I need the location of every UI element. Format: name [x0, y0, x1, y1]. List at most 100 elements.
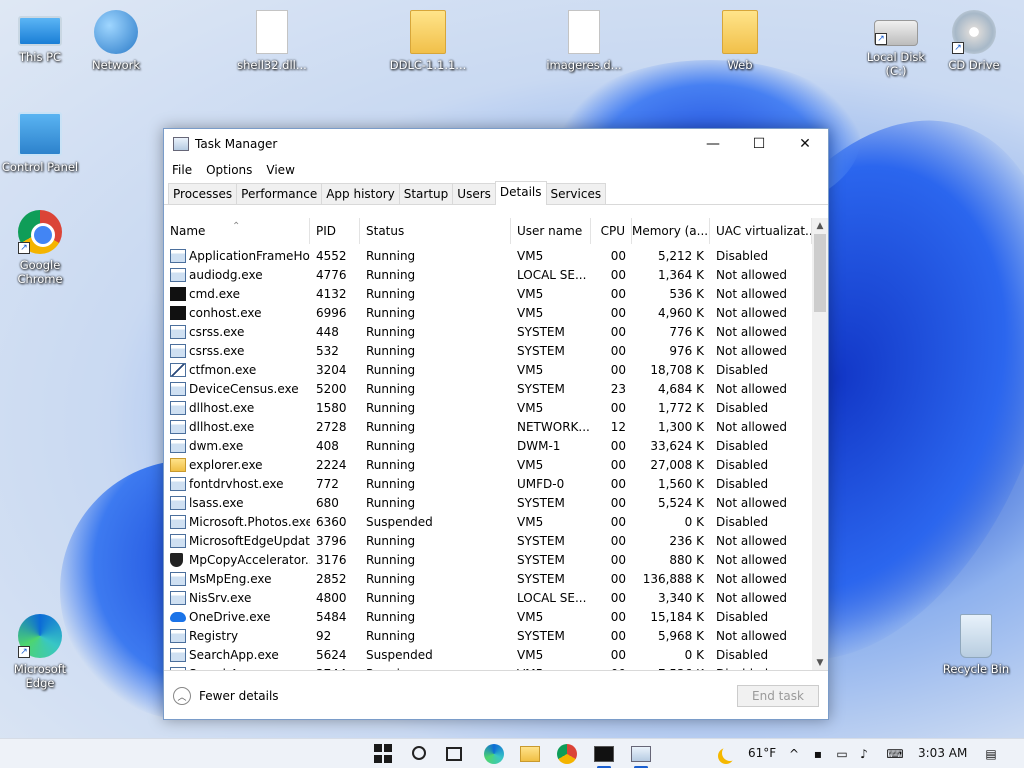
clock-time[interactable]: 3:03 AM	[918, 746, 967, 760]
table-row[interactable]: audiodg.exe 4776 Running LOCAL SE... 00 1,364…	[164, 265, 812, 284]
desktop-icon-network[interactable]: Network	[76, 10, 156, 72]
desktop-icon-imageres[interactable]: imageres.d...	[544, 10, 624, 72]
process-name: NisSrv.exe	[189, 590, 252, 605]
table-row[interactable]: OneDrive.exe 5484 Running VM5 00 15,184 K Disa…	[164, 607, 812, 626]
process-name: SearchApp.exe	[189, 647, 279, 662]
table-row[interactable]: csrss.exe 448 Running SYSTEM 00 776 K Not allo…	[164, 322, 812, 341]
end-task-button[interactable]: End task	[737, 685, 819, 707]
column-header-status[interactable]: Status	[360, 218, 511, 244]
minimize-button[interactable]: —	[690, 129, 736, 159]
scroll-down-icon[interactable]: ▼	[812, 655, 828, 670]
table-row[interactable]: SearchApp.exe 5624 Suspended VM5 00 0 K Disabl…	[164, 645, 812, 664]
column-header-memory[interactable]: Memory (a...	[632, 218, 710, 244]
memory-cell: 236 K	[669, 533, 704, 548]
table-row[interactable]: MpCopyAccelerator.... 3176 Running SYSTEM 00…	[164, 550, 812, 569]
close-button[interactable]: ✕	[782, 129, 828, 159]
memory-cell: 15,184 K	[650, 609, 704, 624]
table-row[interactable]: NisSrv.exe 4800 Running LOCAL SE... 00 3,340 …	[164, 588, 812, 607]
desktop-icon-google-chrome[interactable]: ↗ Google Chrome	[0, 210, 80, 286]
memory-cell: 536 K	[669, 286, 704, 301]
desktop-icon-control-panel[interactable]: Control Panel	[0, 112, 80, 174]
taskbar-file-explorer-icon[interactable]	[520, 746, 540, 762]
tab-performance[interactable]: Performance	[236, 183, 323, 204]
status-cell: Running	[366, 381, 416, 396]
weather-moon-icon[interactable]	[722, 745, 738, 761]
menu-file[interactable]: File	[172, 163, 200, 177]
table-row[interactable]: Registry 92 Running SYSTEM 00 5,968 K Not allo…	[164, 626, 812, 645]
table-row[interactable]: DeviceCensus.exe 5200 Running SYSTEM 23 4,684…	[164, 379, 812, 398]
tray-app-icon[interactable]: ▪	[811, 747, 825, 761]
desktop-icon-shell32[interactable]: shell32.dll...	[232, 10, 312, 72]
column-header-user-name[interactable]: User name	[511, 218, 591, 244]
cpu-cell: 00	[591, 667, 632, 671]
desktop-icon-cd-drive[interactable]: ↗ CD Drive	[934, 10, 1014, 72]
start-button[interactable]	[374, 744, 394, 764]
tab-services[interactable]: Services	[545, 183, 607, 204]
notifications-icon[interactable]: ▤	[984, 747, 998, 761]
scrollbar-thumb[interactable]	[814, 234, 826, 312]
process-name-cell: conhost.exe	[164, 305, 310, 320]
folder-icon	[410, 10, 446, 54]
process-name: dllhost.exe	[189, 400, 255, 415]
column-header-cpu[interactable]: CPU	[591, 218, 632, 244]
table-row[interactable]: ctfmon.exe 3204 Running VM5 00 18,708 K Disabl…	[164, 360, 812, 379]
taskbar-command-prompt-icon[interactable]	[594, 746, 614, 762]
table-row[interactable]: dwm.exe 408 Running DWM-1 00 33,624 K Disabled	[164, 436, 812, 455]
table-row[interactable]: ApplicationFrameHo... 4552 Running VM5 00 5,2…	[164, 246, 812, 265]
user-name-cell: VM5	[517, 248, 544, 263]
uac-cell: Not allowed	[716, 324, 788, 339]
desktop-icon-web[interactable]: Web	[700, 10, 780, 72]
taskbar-chrome-icon[interactable]	[557, 744, 577, 764]
table-row[interactable]: Microsoft.Photos.exe 6360 Suspended VM5 00 0 …	[164, 512, 812, 531]
table-row[interactable]: csrss.exe 532 Running SYSTEM 00 976 K Not allo…	[164, 341, 812, 360]
chevron-up-icon[interactable]: ︿	[173, 687, 191, 705]
tab-startup[interactable]: Startup	[398, 183, 454, 204]
status-cell: Running	[366, 533, 416, 548]
table-row[interactable]: SearchApp.exe 3744RunningVM5007,536 KDisa…	[164, 664, 812, 671]
vertical-scrollbar[interactable]: ▲ ▼	[812, 218, 828, 670]
process-name: MsMpEng.exe	[189, 571, 272, 586]
table-row[interactable]: MicrosoftEdgeUpdat... 3796 Running SYSTEM 00…	[164, 531, 812, 550]
table-row[interactable]: lsass.exe 680 Running SYSTEM 00 5,524 K Not al…	[164, 493, 812, 512]
task-view-icon[interactable]	[446, 747, 462, 761]
desktop-icon-this-pc[interactable]: This PC	[0, 10, 80, 64]
tab-app-history[interactable]: App history	[321, 183, 400, 204]
maximize-button[interactable]: ☐	[736, 129, 782, 159]
column-header-pid[interactable]: PID	[310, 218, 360, 244]
status-cell: Running	[366, 609, 416, 624]
tab-details[interactable]: Details	[494, 181, 547, 205]
show-hidden-icons-chevron-icon[interactable]: ^	[787, 747, 801, 761]
taskbar-edge-icon[interactable]	[484, 744, 504, 764]
weather-temperature[interactable]: 61°F	[748, 746, 776, 760]
taskbar-task-manager-icon[interactable]	[631, 746, 651, 762]
search-icon[interactable]	[412, 746, 426, 760]
column-header-name[interactable]: ⌃ Name	[164, 218, 310, 244]
column-header-uac-virtualization[interactable]: UAC virtualizat...	[710, 218, 812, 244]
desktop-icon-ddlc[interactable]: DDLC-1.1.1...	[388, 10, 468, 72]
fewer-details-link[interactable]: Fewer details	[199, 689, 279, 703]
keyboard-icon[interactable]: ⌨	[884, 747, 906, 761]
table-row[interactable]: cmd.exe 4132 Running VM5 00 536 K Not allowed	[164, 284, 812, 303]
table-row[interactable]: conhost.exe 6996 Running VM5 00 4,960 K Not al…	[164, 303, 812, 322]
table-row[interactable]: explorer.exe 2224 Running VM5 00 27,008 K Disa…	[164, 455, 812, 474]
menu-view[interactable]: View	[266, 163, 302, 177]
desktop-icon-local-disk[interactable]: ↗ Local Disk (C:)	[856, 10, 936, 78]
table-row[interactable]: MsMpEng.exe 2852 Running SYSTEM 00 136,888 K N…	[164, 569, 812, 588]
menu-options[interactable]: Options	[206, 163, 260, 177]
tab-users[interactable]: Users	[452, 183, 496, 204]
process-icon	[170, 286, 186, 301]
desktop-icon-recycle-bin[interactable]: Recycle Bin	[936, 614, 1016, 676]
volume-icon[interactable]: ♪	[857, 747, 871, 761]
process-name-cell: NisSrv.exe	[164, 590, 310, 605]
status-cell: Running	[366, 552, 416, 567]
table-row[interactable]: dllhost.exe 2728 Running NETWORK... 12 1,300 …	[164, 417, 812, 436]
title-bar[interactable]: Task Manager — ☐ ✕	[164, 129, 828, 159]
table-row[interactable]: dllhost.exe 1580 Running VM5 00 1,772 K Disabl…	[164, 398, 812, 417]
pid-cell: 3204	[316, 362, 347, 377]
tab-processes[interactable]: Processes	[168, 183, 238, 204]
table-row[interactable]: fontdrvhost.exe 772 Running UMFD-0 00 1,560 K…	[164, 474, 812, 493]
scroll-up-icon[interactable]: ▲	[812, 218, 828, 234]
desktop-icon-microsoft-edge[interactable]: ↗ Microsoft Edge	[0, 614, 80, 690]
network-status-icon[interactable]: ▭	[835, 747, 849, 761]
process-icon	[170, 305, 186, 320]
